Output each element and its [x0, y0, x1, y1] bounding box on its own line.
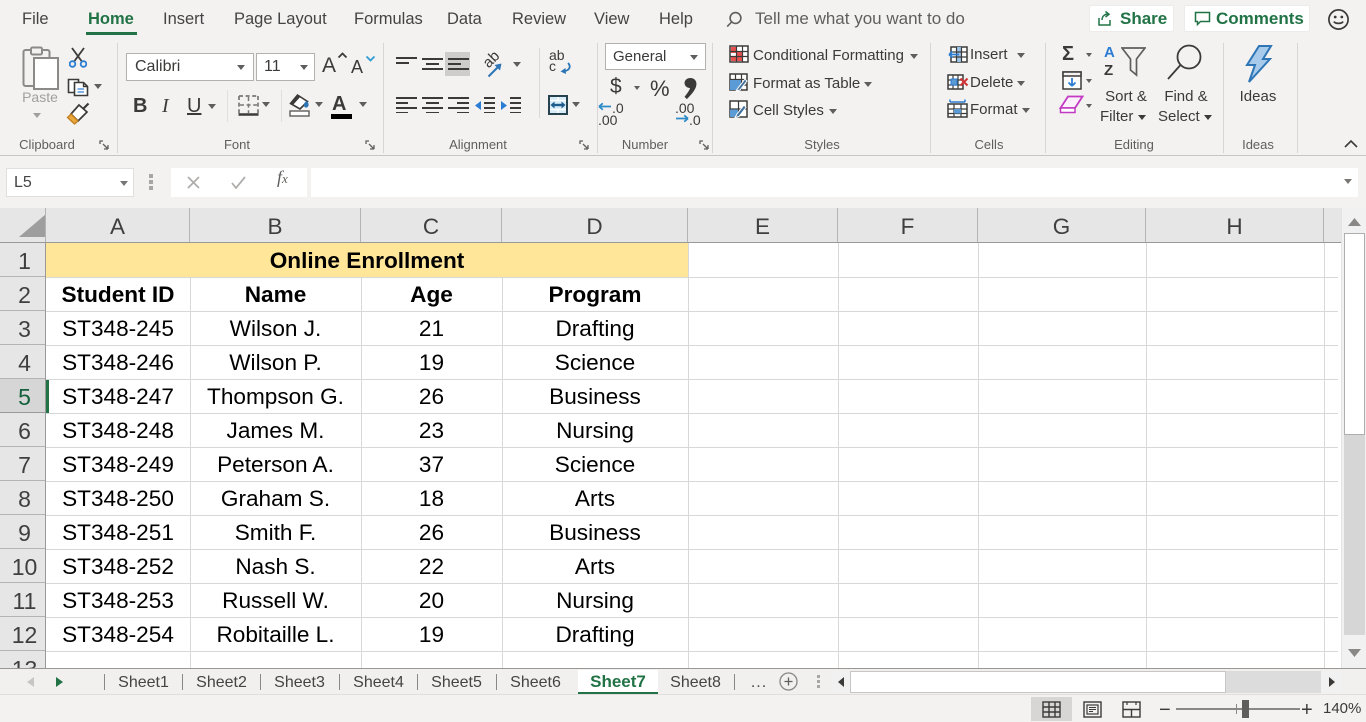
svg-text:.00: .00	[598, 112, 618, 127]
svg-text:.0: .0	[689, 112, 701, 127]
